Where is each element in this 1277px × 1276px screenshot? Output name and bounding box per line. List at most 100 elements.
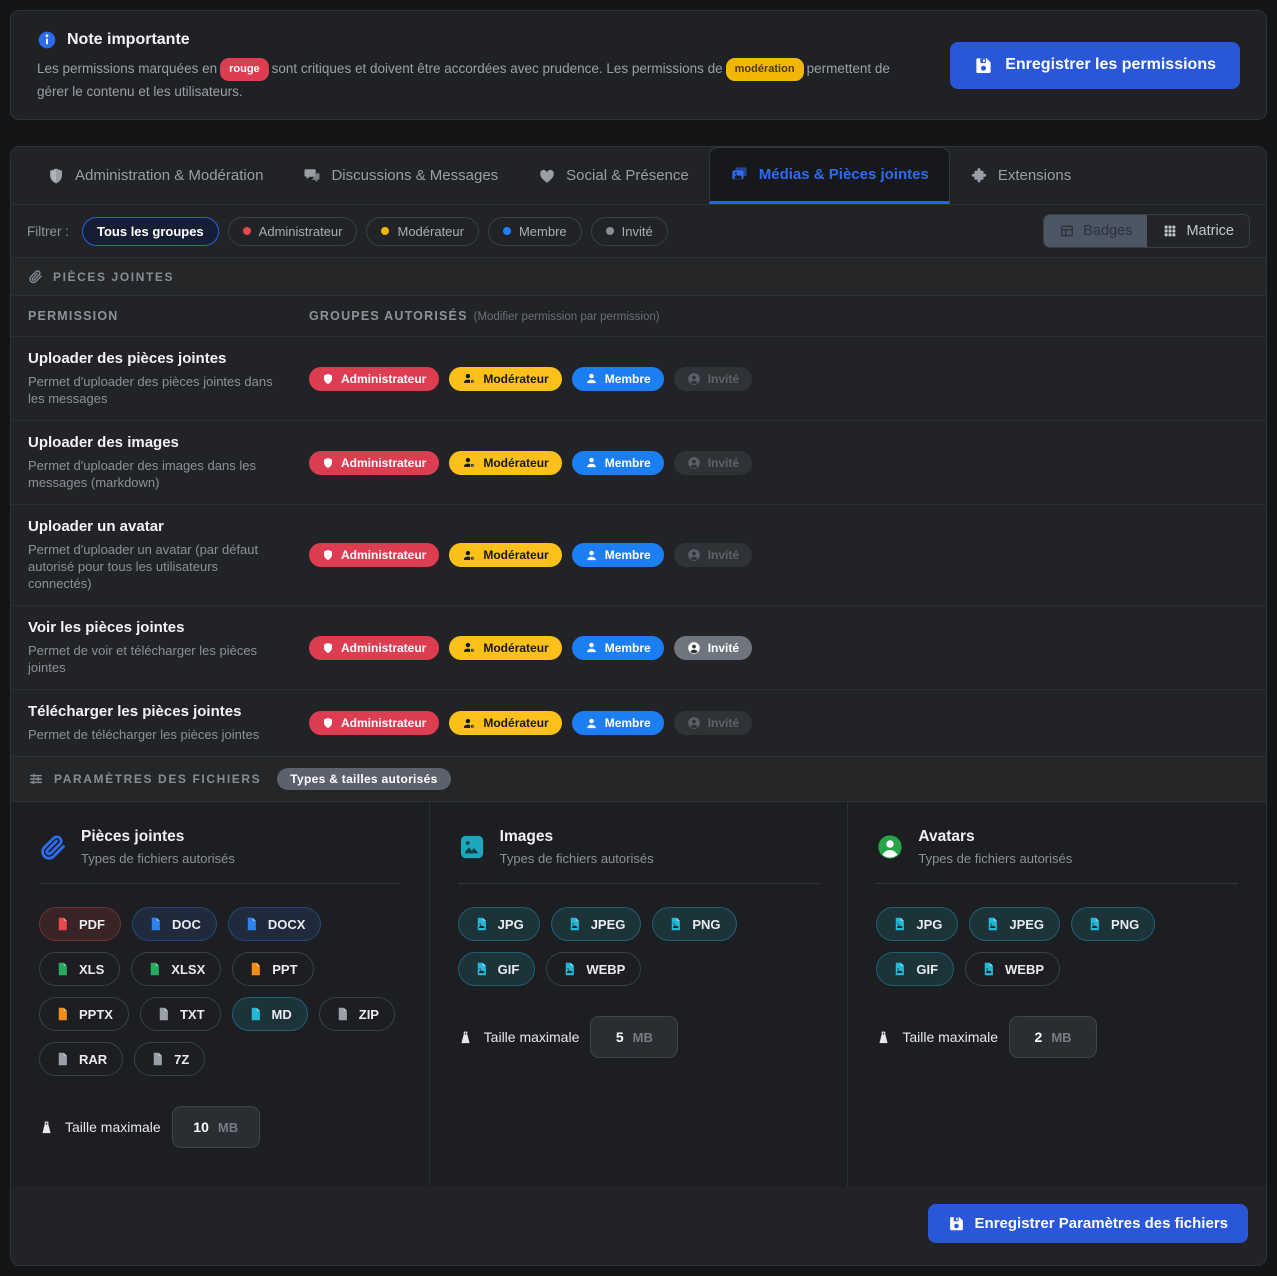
max-size-input[interactable]: 2MB xyxy=(1009,1016,1097,1058)
filetype-chip-png[interactable]: PNG xyxy=(652,907,736,941)
group-badge-membre[interactable]: Membre xyxy=(572,636,664,660)
group-badge-membre[interactable]: Membre xyxy=(572,451,664,475)
filetype-chip-png[interactable]: PNG xyxy=(1071,907,1155,941)
group-badge-moderateur[interactable]: Modérateur xyxy=(449,367,561,391)
filetype-chip-ppt[interactable]: PPT xyxy=(232,952,313,986)
userCircle-icon xyxy=(687,641,701,655)
permission-row-voir-les-pieces-jointes: Voir les pièces jointesPermet de voir et… xyxy=(11,606,1266,690)
filetype-chip-7z[interactable]: 7Z xyxy=(134,1042,205,1076)
image-file-icon xyxy=(668,916,683,932)
filetype-chip-webp[interactable]: WEBP xyxy=(546,952,641,986)
note-text: Les permissions marquées enrougesont cri… xyxy=(37,59,907,101)
tab-social-presence[interactable]: Social & Présence xyxy=(518,147,709,204)
file-settings-badge: Types & tailles autorisés xyxy=(277,768,450,790)
group-badge-membre[interactable]: Membre xyxy=(572,543,664,567)
group-badge-administrateur[interactable]: Administrateur xyxy=(309,451,439,475)
filetype-chip-zip[interactable]: ZIP xyxy=(319,997,395,1031)
group-badge-membre[interactable]: Membre xyxy=(572,367,664,391)
shieldS-icon xyxy=(322,457,334,469)
group-badge-administrateur[interactable]: Administrateur xyxy=(309,711,439,735)
col-groups: GROUPES AUTORISÉS(Modifier permission pa… xyxy=(309,309,660,323)
filetype-chips: JPG JPEG PNG GIF WEBP xyxy=(458,907,820,986)
filter-pill-invite[interactable]: Invité xyxy=(591,217,668,246)
filter-pill-moderateur[interactable]: Modérateur xyxy=(366,217,478,246)
filetype-chip-jpeg[interactable]: JPEG xyxy=(969,907,1060,941)
user-icon xyxy=(585,456,598,469)
filetype-chip-jpg[interactable]: JPG xyxy=(458,907,540,941)
filetype-chip-jpeg[interactable]: JPEG xyxy=(551,907,642,941)
divider xyxy=(458,883,820,884)
group-badge-invite[interactable]: Invité xyxy=(674,636,752,660)
group-badge-administrateur[interactable]: Administrateur xyxy=(309,367,439,391)
filetype-chip-docx[interactable]: DOCX xyxy=(228,907,322,941)
file-file-icon xyxy=(147,961,162,977)
tab-discussions-messages[interactable]: Discussions & Messages xyxy=(283,147,518,204)
userCircle-icon xyxy=(687,548,701,562)
max-size-input[interactable]: 10MB xyxy=(172,1106,260,1148)
group-badge-invite[interactable]: Invité xyxy=(674,367,752,391)
shield-icon xyxy=(47,167,65,185)
file-columns: Pièces jointesTypes de fichiers autorisé… xyxy=(11,802,1266,1186)
permission-badges: Administrateur Modérateur Membre Invité xyxy=(309,367,752,391)
file-file-icon xyxy=(156,1006,171,1022)
image-file-icon xyxy=(892,916,907,932)
file-file-icon xyxy=(148,916,163,932)
group-badge-invite[interactable]: Invité xyxy=(674,543,752,567)
moderation-badge: modération xyxy=(726,58,804,81)
filetype-chip-gif[interactable]: GIF xyxy=(458,952,536,986)
group-badge-membre[interactable]: Membre xyxy=(572,711,664,735)
weight-icon xyxy=(458,1030,473,1045)
filter-pill-membre[interactable]: Membre xyxy=(488,217,582,246)
filter-label: Filtrer : xyxy=(27,224,69,239)
filetype-chip-doc[interactable]: DOC xyxy=(132,907,217,941)
userCog-icon xyxy=(462,456,476,469)
max-size-unit: MB xyxy=(218,1120,238,1135)
heart-icon xyxy=(538,167,556,185)
view-badges-button[interactable]: Badges xyxy=(1044,215,1147,247)
filetype-chip-gif[interactable]: GIF xyxy=(876,952,954,986)
image-file-icon xyxy=(562,961,577,977)
permission-title: Télécharger les pièces jointes xyxy=(28,703,285,720)
filetype-chip-txt[interactable]: TXT xyxy=(140,997,221,1031)
group-badge-moderateur[interactable]: Modérateur xyxy=(449,711,561,735)
permission-title: Uploader un avatar xyxy=(28,518,285,535)
group-badge-moderateur[interactable]: Modérateur xyxy=(449,451,561,475)
group-badge-invite[interactable]: Invité xyxy=(674,711,752,735)
tab-medias-pieces-jointes[interactable]: Médias & Pièces jointes xyxy=(709,147,950,204)
avatar-badge-icon xyxy=(876,833,904,861)
group-badge-administrateur[interactable]: Administrateur xyxy=(309,636,439,660)
filetype-chip-md[interactable]: MD xyxy=(232,997,308,1031)
filetype-chip-pdf[interactable]: PDF xyxy=(39,907,121,941)
file-file-icon xyxy=(55,1051,70,1067)
filter-pill-administrateur[interactable]: Administrateur xyxy=(228,217,358,246)
filetype-chip-xls[interactable]: XLS xyxy=(39,952,120,986)
group-badge-administrateur[interactable]: Administrateur xyxy=(309,543,439,567)
shieldS-icon xyxy=(322,549,334,561)
filetype-chips: JPG JPEG PNG GIF WEBP xyxy=(876,907,1238,986)
max-size-input[interactable]: 5MB xyxy=(590,1016,678,1058)
filetype-chip-rar[interactable]: RAR xyxy=(39,1042,123,1076)
filetype-chip-pptx[interactable]: PPTX xyxy=(39,997,129,1031)
group-badge-moderateur[interactable]: Modérateur xyxy=(449,636,561,660)
max-size-unit: MB xyxy=(633,1030,653,1045)
tab-administration-moderation[interactable]: Administration & Modération xyxy=(27,147,283,204)
filter-pill-tous-les-groupes[interactable]: Tous les groupes xyxy=(82,217,219,246)
filetype-chip-xlsx[interactable]: XLSX xyxy=(131,952,221,986)
permission-badges: Administrateur Modérateur Membre Invité xyxy=(309,711,752,735)
permission-row-uploader-un-avatar: Uploader un avatarPermet d'uploader un a… xyxy=(11,505,1266,606)
info-icon xyxy=(37,30,57,50)
userCog-icon xyxy=(462,641,476,654)
tab-extensions[interactable]: Extensions xyxy=(950,147,1091,204)
userCog-icon xyxy=(462,372,476,385)
save-file-settings-button[interactable]: Enregistrer Paramètres des fichiers xyxy=(928,1204,1248,1243)
permission-row-uploader-des-images: Uploader des imagesPermet d'uploader des… xyxy=(11,421,1266,505)
group-badge-moderateur[interactable]: Modérateur xyxy=(449,543,561,567)
filetype-chip-webp[interactable]: WEBP xyxy=(965,952,1060,986)
group-badge-invite[interactable]: Invité xyxy=(674,451,752,475)
save-permissions-button[interactable]: Enregistrer les permissions xyxy=(950,42,1240,89)
weight-icon xyxy=(876,1030,891,1045)
filetype-chip-jpg[interactable]: JPG xyxy=(876,907,958,941)
permission-rows: Uploader des pièces jointesPermet d'uplo… xyxy=(11,337,1266,756)
userCog-icon xyxy=(462,549,476,562)
view-matrice-button[interactable]: Matrice xyxy=(1147,215,1249,247)
